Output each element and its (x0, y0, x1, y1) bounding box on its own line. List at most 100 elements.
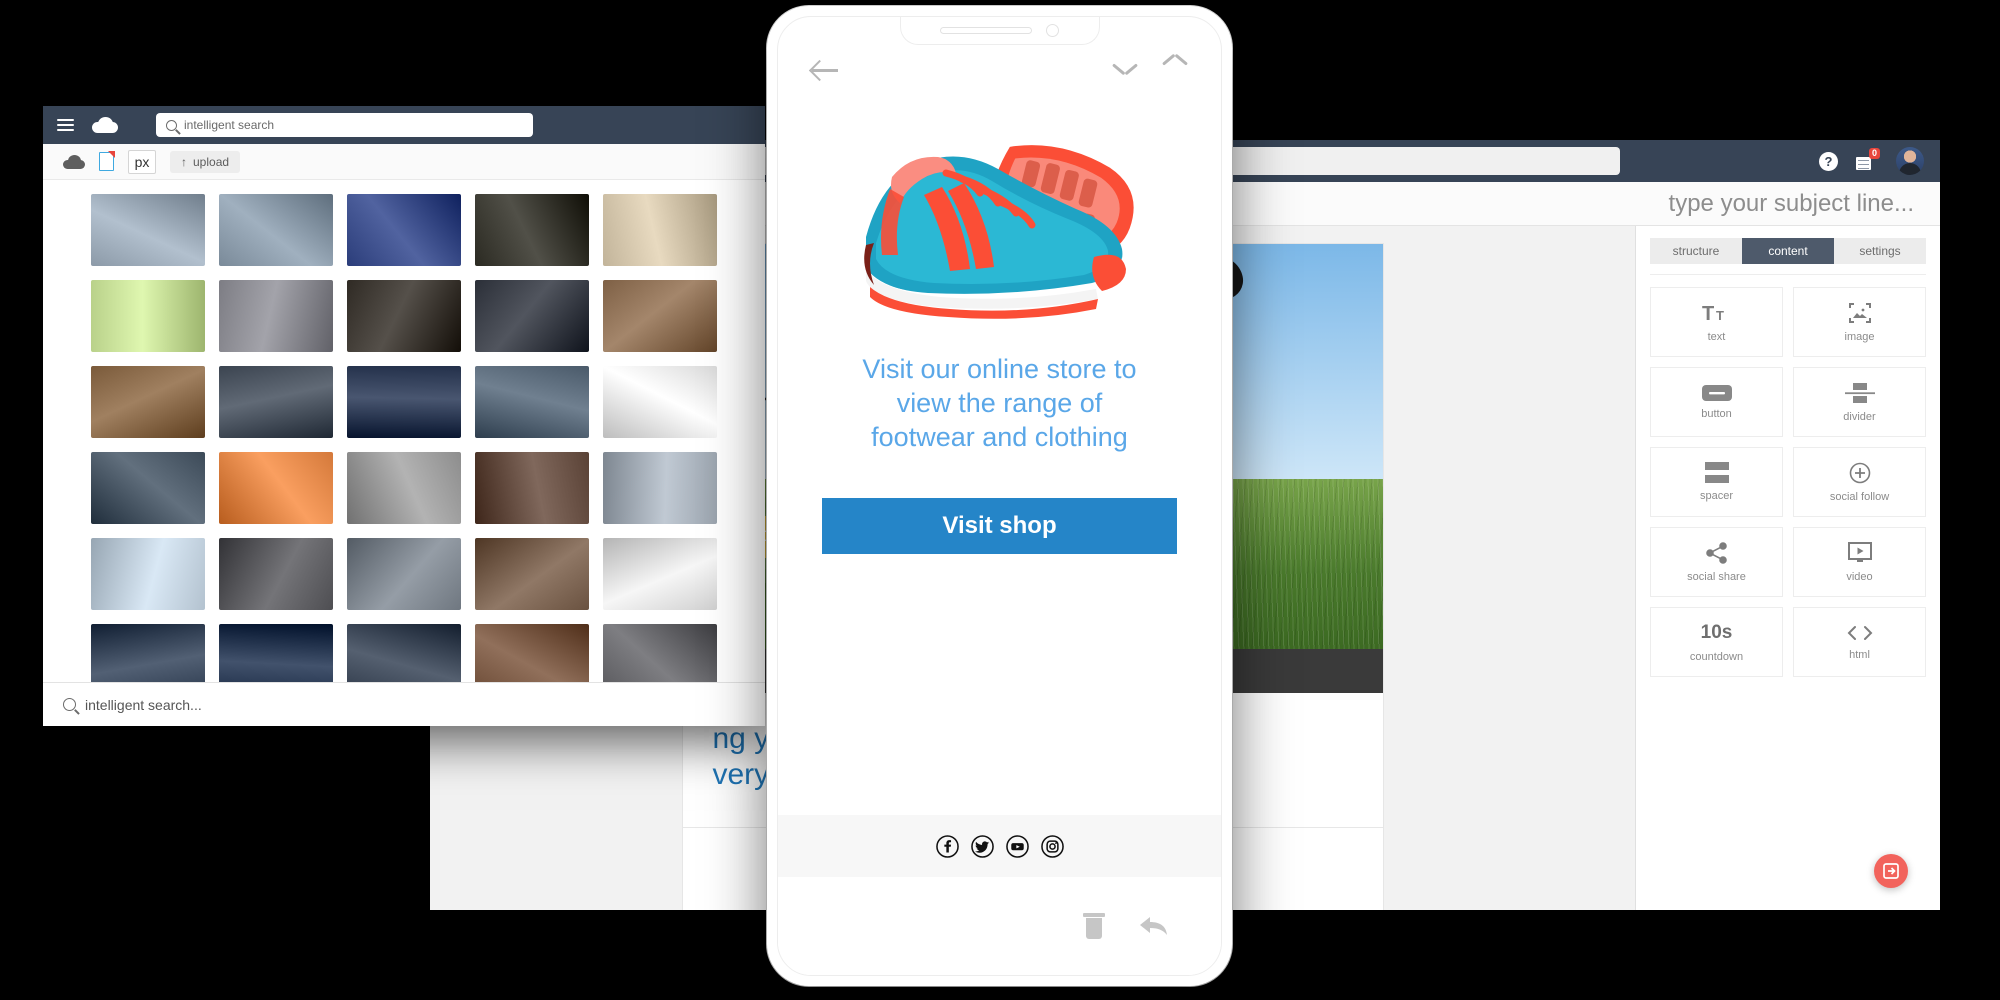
search-icon (63, 698, 76, 711)
block-label: spacer (1699, 490, 1734, 502)
block-label: countdown (1689, 650, 1744, 663)
image-thumbnail[interactable] (347, 452, 461, 524)
library-search-text: intelligent search (184, 118, 275, 132)
image-icon (1848, 302, 1872, 324)
avatar[interactable] (1896, 147, 1924, 175)
block-social-share[interactable]: social share (1650, 527, 1783, 597)
block-spacer[interactable]: spacer (1650, 447, 1783, 517)
block-video[interactable]: video (1793, 527, 1926, 597)
block-button[interactable]: button (1650, 367, 1783, 437)
product-image[interactable] (778, 97, 1221, 347)
block-html[interactable]: html (1793, 607, 1926, 677)
plus-circle-icon (1849, 462, 1871, 484)
trash-icon[interactable] (1083, 913, 1105, 939)
tab-structure[interactable]: structure (1650, 238, 1742, 264)
button-icon (1701, 384, 1732, 401)
image-thumbnail[interactable] (347, 194, 461, 266)
image-thumbnail[interactable] (91, 538, 205, 610)
image-thumbnail[interactable] (603, 624, 717, 682)
phone-notch (899, 17, 1100, 45)
image-thumbnail[interactable] (219, 280, 333, 352)
library-search-input[interactable]: intelligent search (156, 113, 533, 137)
svg-text:T: T (1702, 303, 1714, 324)
messages-icon[interactable]: 0 (1856, 148, 1880, 170)
block-label: social share (1687, 570, 1746, 583)
export-button[interactable] (1874, 854, 1908, 888)
hamburger-icon[interactable] (57, 116, 74, 134)
image-thumbnail[interactable] (475, 366, 589, 438)
block-label: video (1846, 570, 1873, 583)
image-thumbnail[interactable] (475, 452, 589, 524)
youtube-icon[interactable] (1005, 834, 1029, 858)
image-thumbnail[interactable] (91, 366, 205, 438)
image-thumbnail[interactable] (91, 280, 205, 352)
image-thumbnail[interactable] (219, 538, 333, 610)
px-button[interactable]: px (128, 149, 156, 174)
block-countdown[interactable]: 10s countdown (1650, 607, 1783, 677)
image-thumbnail[interactable] (347, 280, 461, 352)
facebook-icon[interactable] (935, 834, 959, 858)
image-library-window: intelligent search px ↑ upload intellige… (43, 106, 765, 726)
block-label: button (1701, 407, 1732, 420)
phone-mockup: Visit our online store to view the range… (767, 6, 1232, 986)
image-thumbnail[interactable] (91, 624, 205, 682)
upload-button[interactable]: ↑ upload (170, 150, 241, 173)
cloud-icon (92, 117, 118, 133)
image-thumbnail[interactable] (603, 538, 717, 610)
phone-nav-chevrons (1113, 63, 1187, 77)
instagram-icon[interactable] (1040, 834, 1064, 858)
library-toolbar: px ↑ upload (43, 144, 765, 180)
image-thumbnail[interactable] (219, 366, 333, 438)
upload-label: upload (193, 154, 230, 169)
svg-text:T: T (1716, 308, 1724, 323)
image-thumbnail[interactable] (347, 366, 461, 438)
image-thumbnail[interactable] (347, 538, 461, 610)
tab-content[interactable]: content (1742, 238, 1834, 264)
image-grid (91, 194, 765, 682)
block-image[interactable]: image (1793, 287, 1926, 357)
image-thumbnail[interactable] (475, 280, 589, 352)
block-text[interactable]: TT text (1650, 287, 1783, 357)
file-icon[interactable] (99, 151, 115, 171)
image-thumbnail[interactable] (347, 624, 461, 682)
twitter-icon[interactable] (970, 834, 994, 858)
share-icon (1705, 541, 1728, 564)
block-label: text (1707, 330, 1726, 343)
running-shoes-image (863, 145, 1134, 319)
spacer-icon (1704, 462, 1729, 483)
tab-settings[interactable]: settings (1834, 238, 1926, 264)
image-thumbnail[interactable] (475, 538, 589, 610)
image-thumbnail[interactable] (475, 624, 589, 682)
phone-social-row (778, 815, 1221, 877)
image-thumbnail[interactable] (219, 194, 333, 266)
camera-icon (1046, 24, 1059, 37)
chevron-up-icon[interactable] (1163, 63, 1187, 77)
image-thumbnail[interactable] (219, 624, 333, 682)
phone-footer-actions (778, 877, 1221, 975)
image-thumbnail[interactable] (219, 452, 333, 524)
image-thumbnail[interactable] (603, 452, 717, 524)
question-icon[interactable]: ? (1819, 151, 1838, 171)
image-thumbnail[interactable] (603, 194, 717, 266)
image-thumbnail[interactable] (91, 452, 205, 524)
library-bottom-search-text: intelligent search... (85, 696, 202, 713)
chevron-down-icon[interactable] (1113, 63, 1137, 77)
image-thumbnail[interactable] (475, 194, 589, 266)
messages-badge: 0 (1868, 148, 1880, 159)
arrow-left-icon[interactable] (812, 57, 838, 83)
visit-shop-button[interactable]: Visit shop (822, 498, 1177, 555)
panel-divider (1650, 274, 1926, 275)
library-bottom-search[interactable]: intelligent search... (43, 682, 765, 726)
text-icon: TT (1702, 302, 1732, 324)
block-social-follow[interactable]: social follow (1793, 447, 1926, 517)
image-thumbnail[interactable] (603, 280, 717, 352)
image-thumbnail[interactable] (603, 366, 717, 438)
content-blocks-panel: structure content settings TT text image… (1635, 226, 1940, 910)
block-label: html (1849, 648, 1870, 661)
block-divider[interactable]: divider (1793, 367, 1926, 437)
reply-icon[interactable] (1139, 914, 1169, 938)
image-thumbnail[interactable] (91, 194, 205, 266)
screenshot-stage: intelligent search ? 0 type your subject… (0, 0, 2000, 1000)
cloud-icon[interactable] (63, 154, 85, 169)
phone-copy[interactable]: Visit our online store to view the range… (778, 353, 1221, 454)
